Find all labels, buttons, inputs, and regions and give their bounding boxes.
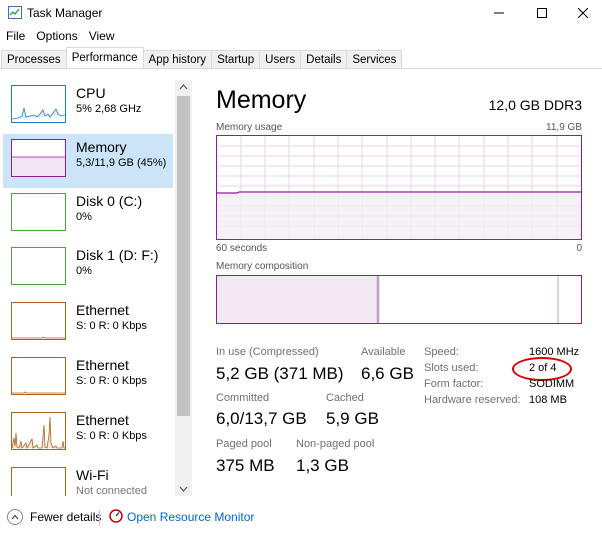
cached-value: 5,9 GB xyxy=(326,409,379,428)
form-factor-value: SODIMM xyxy=(529,378,575,390)
resource-monitor-icon xyxy=(109,509,123,523)
chevron-up-circle-icon[interactable] xyxy=(7,509,23,525)
ethernet1-thumbnail xyxy=(11,302,66,340)
sidebar-ethernet2-subtitle: S: 0 R: 0 Kbps xyxy=(76,375,147,387)
resource-sidebar: CPU 5% 2,68 GHz Memory 5,3/11,9 GB (45%)… xyxy=(0,70,192,496)
sidebar-memory-title: Memory xyxy=(76,139,127,155)
hardware-reserved-value: 108 MB xyxy=(529,394,567,406)
usage-graph-max: 11,9 GB xyxy=(546,122,582,133)
footer-bar: Fewer details Open Resource Monitor xyxy=(0,500,602,535)
sidebar-ethernet1-subtitle: S: 0 R: 0 Kbps xyxy=(76,320,147,332)
task-manager-icon xyxy=(8,6,22,19)
scroll-down-button[interactable] xyxy=(175,482,192,496)
slots-used-label: Slots used: xyxy=(424,362,479,374)
paged-pool-value: 375 MB xyxy=(216,456,275,475)
wifi-thumbnail xyxy=(11,467,66,496)
disk0-thumbnail xyxy=(11,193,66,231)
tab-startup[interactable]: Startup xyxy=(211,50,261,69)
scroll-up-button[interactable] xyxy=(175,80,192,94)
footer-separator xyxy=(99,510,100,526)
scroll-thumb[interactable] xyxy=(177,96,190,416)
disk1-thumbnail xyxy=(11,247,66,285)
composition-label: Memory composition xyxy=(216,261,309,272)
tab-bar: Processes Performance App history Startu… xyxy=(1,47,403,69)
memory-usage-line xyxy=(217,191,581,194)
in-use-label: In use (Compressed) xyxy=(216,346,319,358)
form-factor-label: Form factor: xyxy=(424,378,484,390)
sidebar-cpu-subtitle: 5% 2,68 GHz xyxy=(76,103,142,115)
sidebar-item-disk1[interactable]: Disk 1 (D: F:) 0% xyxy=(3,242,173,296)
sidebar-item-wifi[interactable]: Wi-Fi Not connected xyxy=(3,462,173,496)
sidebar-wifi-title: Wi-Fi xyxy=(76,467,109,483)
sidebar-item-cpu[interactable]: CPU 5% 2,68 GHz xyxy=(3,80,173,134)
committed-label: Committed xyxy=(216,392,270,404)
in-use-value: 5,2 GB (371 MB) xyxy=(216,364,344,383)
chevron-down-icon xyxy=(179,486,188,492)
maximize-icon xyxy=(537,8,547,18)
minimize-button[interactable] xyxy=(476,0,522,26)
maximize-button[interactable] xyxy=(519,0,565,26)
page-title: Memory xyxy=(216,86,307,114)
tab-users[interactable]: Users xyxy=(259,50,302,69)
cpu-thumbnail xyxy=(11,85,66,123)
tab-performance[interactable]: Performance xyxy=(65,47,144,68)
graph-time-right: 0 xyxy=(576,243,582,254)
nonpaged-pool-value: 1,3 GB xyxy=(296,456,349,475)
memory-thumbnail xyxy=(11,139,66,177)
memory-spec: 12,0 GB DDR3 xyxy=(488,97,582,113)
speed-label: Speed: xyxy=(424,346,459,358)
hardware-reserved-label: Hardware reserved: xyxy=(424,394,521,406)
open-resource-monitor-link[interactable]: Open Resource Monitor xyxy=(127,510,254,524)
sidebar-cpu-title: CPU xyxy=(76,85,106,101)
available-label: Available xyxy=(361,346,406,358)
menu-options[interactable]: Options xyxy=(31,28,82,46)
available-value: 6,6 GB xyxy=(361,364,414,383)
usage-graph-label: Memory usage xyxy=(216,122,283,133)
cached-label: Cached xyxy=(326,392,364,404)
sidebar-disk0-title: Disk 0 (C:) xyxy=(76,193,143,209)
fewer-details-button[interactable]: Fewer details xyxy=(30,510,101,524)
sidebar-disk0-subtitle: 0% xyxy=(76,211,92,223)
tab-app-history[interactable]: App history xyxy=(142,50,213,69)
title-bar: Task Manager xyxy=(0,0,602,26)
window-title: Task Manager xyxy=(27,6,103,20)
sidebar-disk1-subtitle: 0% xyxy=(76,265,92,277)
tab-processes[interactable]: Processes xyxy=(1,50,67,69)
close-icon xyxy=(578,8,588,18)
sidebar-scrollbar[interactable] xyxy=(175,80,192,496)
sidebar-ethernet1-title: Ethernet xyxy=(76,302,129,318)
graph-time-left: 60 seconds xyxy=(216,243,268,254)
tab-services[interactable]: Services xyxy=(346,50,403,69)
sidebar-item-ethernet-2[interactable]: Ethernet S: 0 R: 0 Kbps xyxy=(3,352,173,406)
sidebar-wifi-subtitle: Not connected xyxy=(76,485,147,496)
tab-divider xyxy=(0,68,602,69)
sidebar-item-ethernet-3[interactable]: Ethernet S: 0 R: 0 Kbps xyxy=(3,407,173,461)
menu-file[interactable]: File xyxy=(1,28,30,46)
memory-composition-bar xyxy=(216,275,582,324)
memory-usage-graph xyxy=(216,135,582,240)
tab-details[interactable]: Details xyxy=(300,50,348,69)
sidebar-item-memory[interactable]: Memory 5,3/11,9 GB (45%) xyxy=(3,134,173,188)
paged-pool-label: Paged pool xyxy=(216,438,272,450)
close-button[interactable] xyxy=(560,0,602,26)
sidebar-memory-subtitle: 5,3/11,9 GB (45%) xyxy=(76,157,167,169)
nonpaged-pool-label: Non-paged pool xyxy=(296,438,375,450)
menu-view[interactable]: View xyxy=(84,28,120,46)
sidebar-ethernet3-subtitle: S: 0 R: 0 Kbps xyxy=(76,430,147,442)
sidebar-disk1-title: Disk 1 (D: F:) xyxy=(76,247,159,263)
minimize-icon xyxy=(494,12,504,14)
ethernet2-thumbnail xyxy=(11,357,66,395)
sidebar-ethernet3-title: Ethernet xyxy=(76,412,129,428)
menu-bar: File Options View xyxy=(0,28,120,46)
committed-value: 6,0/13,7 GB xyxy=(216,409,307,428)
sidebar-item-disk0[interactable]: Disk 0 (C:) 0% xyxy=(3,188,173,242)
sidebar-ethernet2-title: Ethernet xyxy=(76,357,129,373)
ethernet3-thumbnail xyxy=(11,412,66,450)
chevron-up-icon xyxy=(179,84,188,90)
sidebar-item-ethernet-1[interactable]: Ethernet S: 0 R: 0 Kbps xyxy=(3,297,173,351)
